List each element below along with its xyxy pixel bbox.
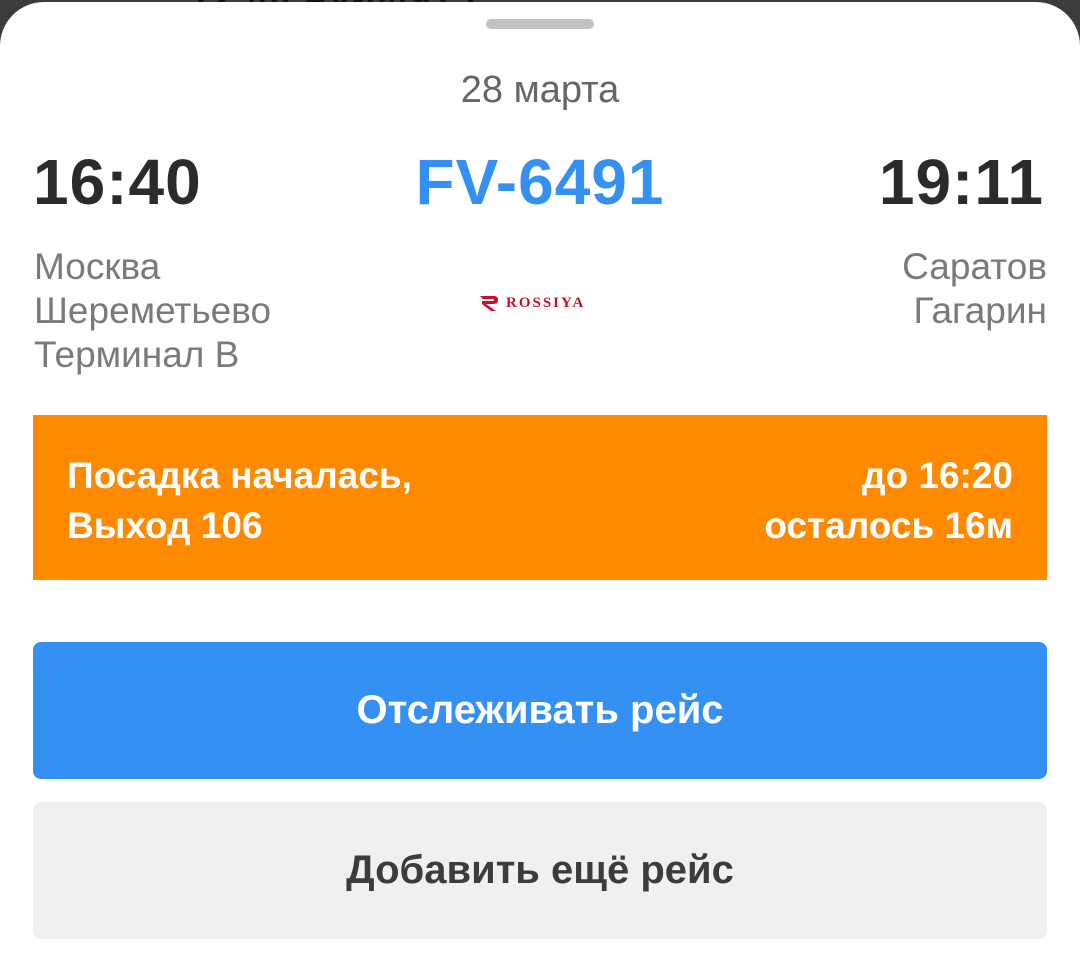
boarding-until-time: до 16:20 [862,455,1013,496]
boarding-deadline: до 16:20 осталось 16м [764,451,1013,551]
departure-place: Москва Шереметьево Терминал B [34,245,271,377]
sheet-drag-handle[interactable] [486,19,594,29]
arrival-airport: Гагарин [913,290,1047,331]
arrival-city: Саратов [902,246,1047,287]
boarding-gate: Выход 106 [67,505,263,546]
add-flight-button[interactable]: Добавить ещё рейс [33,802,1047,939]
boarding-time-remaining: осталось 16м [764,505,1013,546]
airline-logo: ROSSIYA [478,290,585,316]
boarding-status-text: Посадка началась, [67,455,412,496]
arrival-place: Саратов Гагарин [902,245,1047,333]
flight-date: 28 марта [460,69,620,111]
airline-logo-text: ROSSIYA [506,294,586,311]
flight-bottom-sheet: 28 марта 16:40 FV-6491 19:11 Москва Шере… [0,2,1080,965]
departure-terminal: Терминал B [34,334,240,375]
track-flight-button[interactable]: Отслеживать рейс [33,642,1047,779]
boarding-status-info: Посадка началась, Выход 106 [67,451,412,551]
departure-city: Москва [34,246,161,287]
airline-emblem-icon [480,296,498,311]
boarding-status-banner: Посадка началась, Выход 106 до 16:20 ост… [33,415,1047,580]
departure-airport: Шереметьево [34,290,272,331]
arrival-time: 19:11 [878,146,1044,218]
